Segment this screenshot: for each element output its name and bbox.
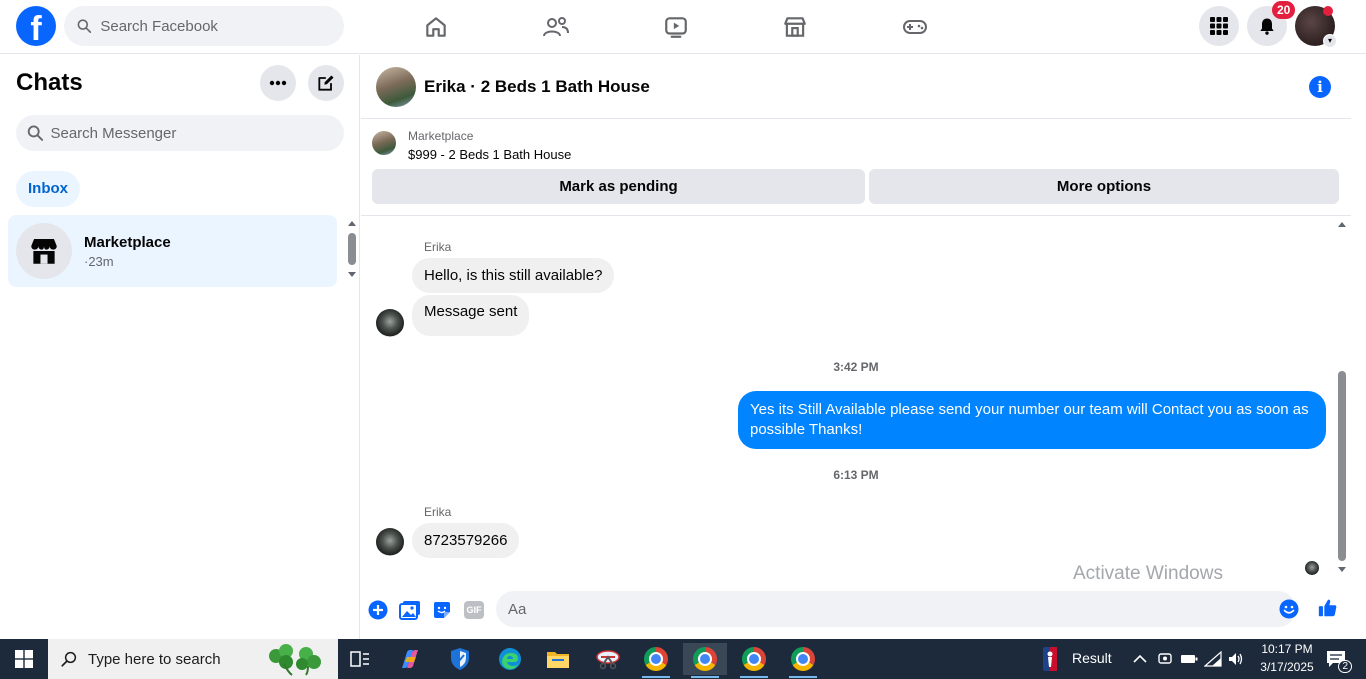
grid-icon <box>1210 17 1228 35</box>
incoming-message[interactable]: Hello, is this still available? <box>412 258 615 293</box>
scroll-down-arrow-icon[interactable] <box>348 272 356 277</box>
emoji-icon[interactable] <box>1278 598 1300 620</box>
bell-icon <box>1260 18 1274 35</box>
clock-date[interactable]: 3/17/2025 <box>1254 660 1320 674</box>
outgoing-message[interactable]: Yes its Still Available please send your… <box>738 391 1326 449</box>
listing-thumbnail[interactable] <box>372 131 396 155</box>
plus-circle-icon[interactable] <box>367 599 389 621</box>
compose-icon <box>318 75 334 91</box>
incoming-message[interactable]: Message sent <box>412 295 530 336</box>
chrome-profile-icon[interactable] <box>634 643 678 678</box>
message-timestamp: 3:42 PM <box>833 360 879 374</box>
listing-category: Marketplace <box>408 129 474 143</box>
chevron-up-icon[interactable] <box>1128 643 1152 675</box>
chat-time: ·23m <box>84 254 114 269</box>
nba-logo-icon[interactable] <box>1030 643 1070 675</box>
security-shield-icon[interactable] <box>438 643 482 675</box>
notification-count-badge: 20 <box>1272 1 1296 19</box>
read-receipt-avatar <box>1305 561 1319 575</box>
chrome-active-window-icon[interactable] <box>683 643 727 678</box>
mark-as-pending-button[interactable]: Mark as pending <box>372 169 865 204</box>
inbox-tab[interactable]: Inbox <box>16 171 80 207</box>
search-icon <box>27 125 44 141</box>
search-icon <box>77 19 92 33</box>
chrome-profile-icon[interactable] <box>732 643 776 678</box>
listing-title[interactable]: $999 - 2 Beds 1 Bath House <box>408 147 571 162</box>
scroll-thumb[interactable] <box>1338 371 1346 561</box>
gif-icon[interactable]: GIF <box>463 599 485 621</box>
conversation-scrollbar[interactable] <box>1335 219 1349 575</box>
message-input-box[interactable] <box>496 591 1296 627</box>
windows-start-icon[interactable] <box>2 643 46 675</box>
sender-name: Erika <box>424 240 452 254</box>
scroll-down-arrow-icon[interactable] <box>1338 567 1346 572</box>
chats-sidebar: Chats Inbox Marketplace ·23m <box>0 55 360 639</box>
message-composer-bar: GIF <box>361 589 1366 639</box>
chevron-down-icon: ▾ <box>1323 34 1337 48</box>
shamrock-icon <box>269 644 321 676</box>
chrome-profile-icon[interactable] <box>781 643 825 678</box>
snipping-tool-icon[interactable] <box>586 643 630 675</box>
task-view-icon[interactable] <box>338 643 382 675</box>
marketplace-icon[interactable] <box>775 10 815 44</box>
notification-center-icon[interactable]: 2 <box>1318 643 1354 675</box>
scroll-thumb[interactable] <box>348 233 356 265</box>
marketplace-avatar <box>16 223 72 279</box>
scroll-up-arrow-icon[interactable] <box>348 221 356 226</box>
more-dots-icon <box>269 80 287 86</box>
conversation-header: Erika · 2 Beds 1 Bath House i <box>361 55 1351 119</box>
watch-video-icon[interactable] <box>656 10 696 44</box>
wifi-icon[interactable] <box>1202 643 1224 675</box>
info-icon[interactable]: i <box>1309 76 1331 98</box>
sticker-icon[interactable] <box>431 599 453 621</box>
chat-name: Marketplace <box>84 234 171 251</box>
chat-list-item[interactable]: Marketplace ·23m <box>8 215 337 287</box>
copilot-icon[interactable] <box>388 643 432 675</box>
conversation-title[interactable]: Erika · 2 Beds 1 Bath House <box>424 77 650 97</box>
battery-icon[interactable] <box>1178 643 1200 675</box>
scroll-up-arrow-icon[interactable] <box>1338 222 1346 227</box>
search-icon <box>61 651 77 667</box>
menu-grid-button[interactable] <box>1199 6 1239 46</box>
facebook-search-box[interactable] <box>64 6 344 46</box>
photo-icon[interactable] <box>399 599 421 621</box>
marketplace-store-icon <box>31 238 57 264</box>
thumbs-up-icon[interactable] <box>1317 597 1339 619</box>
gaming-icon[interactable] <box>895 10 935 44</box>
sender-avatar[interactable] <box>376 309 404 337</box>
sender-avatar[interactable] <box>376 528 404 556</box>
conversation-panel: Erika · 2 Beds 1 Bath House i Marketplac… <box>361 55 1366 639</box>
file-explorer-icon[interactable] <box>536 643 580 675</box>
meet-now-icon[interactable] <box>1154 643 1176 675</box>
edge-browser-icon[interactable] <box>488 643 532 675</box>
taskbar-search-placeholder: Type here to search <box>88 650 221 668</box>
incoming-message[interactable]: 8723579266 <box>412 523 520 558</box>
message-timestamp: 6:13 PM <box>833 468 879 482</box>
facebook-top-bar: f 20 ▾ <box>0 0 1366 54</box>
chat-options-button[interactable] <box>260 65 296 101</box>
sender-name: Erika <box>424 505 452 519</box>
clock-time[interactable]: 10:17 PM <box>1256 642 1318 656</box>
friends-icon[interactable] <box>536 10 576 44</box>
messenger-search-input[interactable] <box>50 124 344 142</box>
listing-avatar[interactable] <box>376 67 416 107</box>
news-result-label[interactable]: Result <box>1072 650 1112 666</box>
messenger-search-box[interactable] <box>16 115 344 151</box>
account-avatar[interactable]: ▾ <box>1295 6 1337 48</box>
windows-taskbar: Type here to search Result 10:17 PM 3/17… <box>0 639 1366 679</box>
taskbar-search-box[interactable]: Type here to search <box>48 639 338 679</box>
message-input[interactable] <box>508 600 1296 618</box>
status-dot <box>1323 6 1333 16</box>
more-options-button[interactable]: More options <box>869 169 1339 204</box>
facebook-logo-icon[interactable]: f <box>16 6 56 46</box>
notification-center-count: 2 <box>1338 660 1352 673</box>
listing-banner: Marketplace $999 - 2 Beds 1 Bath House M… <box>361 120 1351 216</box>
message-thread: Erika Hello, is this still available? Me… <box>361 217 1351 587</box>
facebook-search-input[interactable] <box>100 17 344 35</box>
home-icon[interactable] <box>416 10 456 44</box>
volume-icon[interactable] <box>1225 643 1247 675</box>
chat-list-scrollbar[interactable] <box>346 218 358 280</box>
new-message-button[interactable] <box>308 65 344 101</box>
chats-title: Chats <box>16 69 83 96</box>
